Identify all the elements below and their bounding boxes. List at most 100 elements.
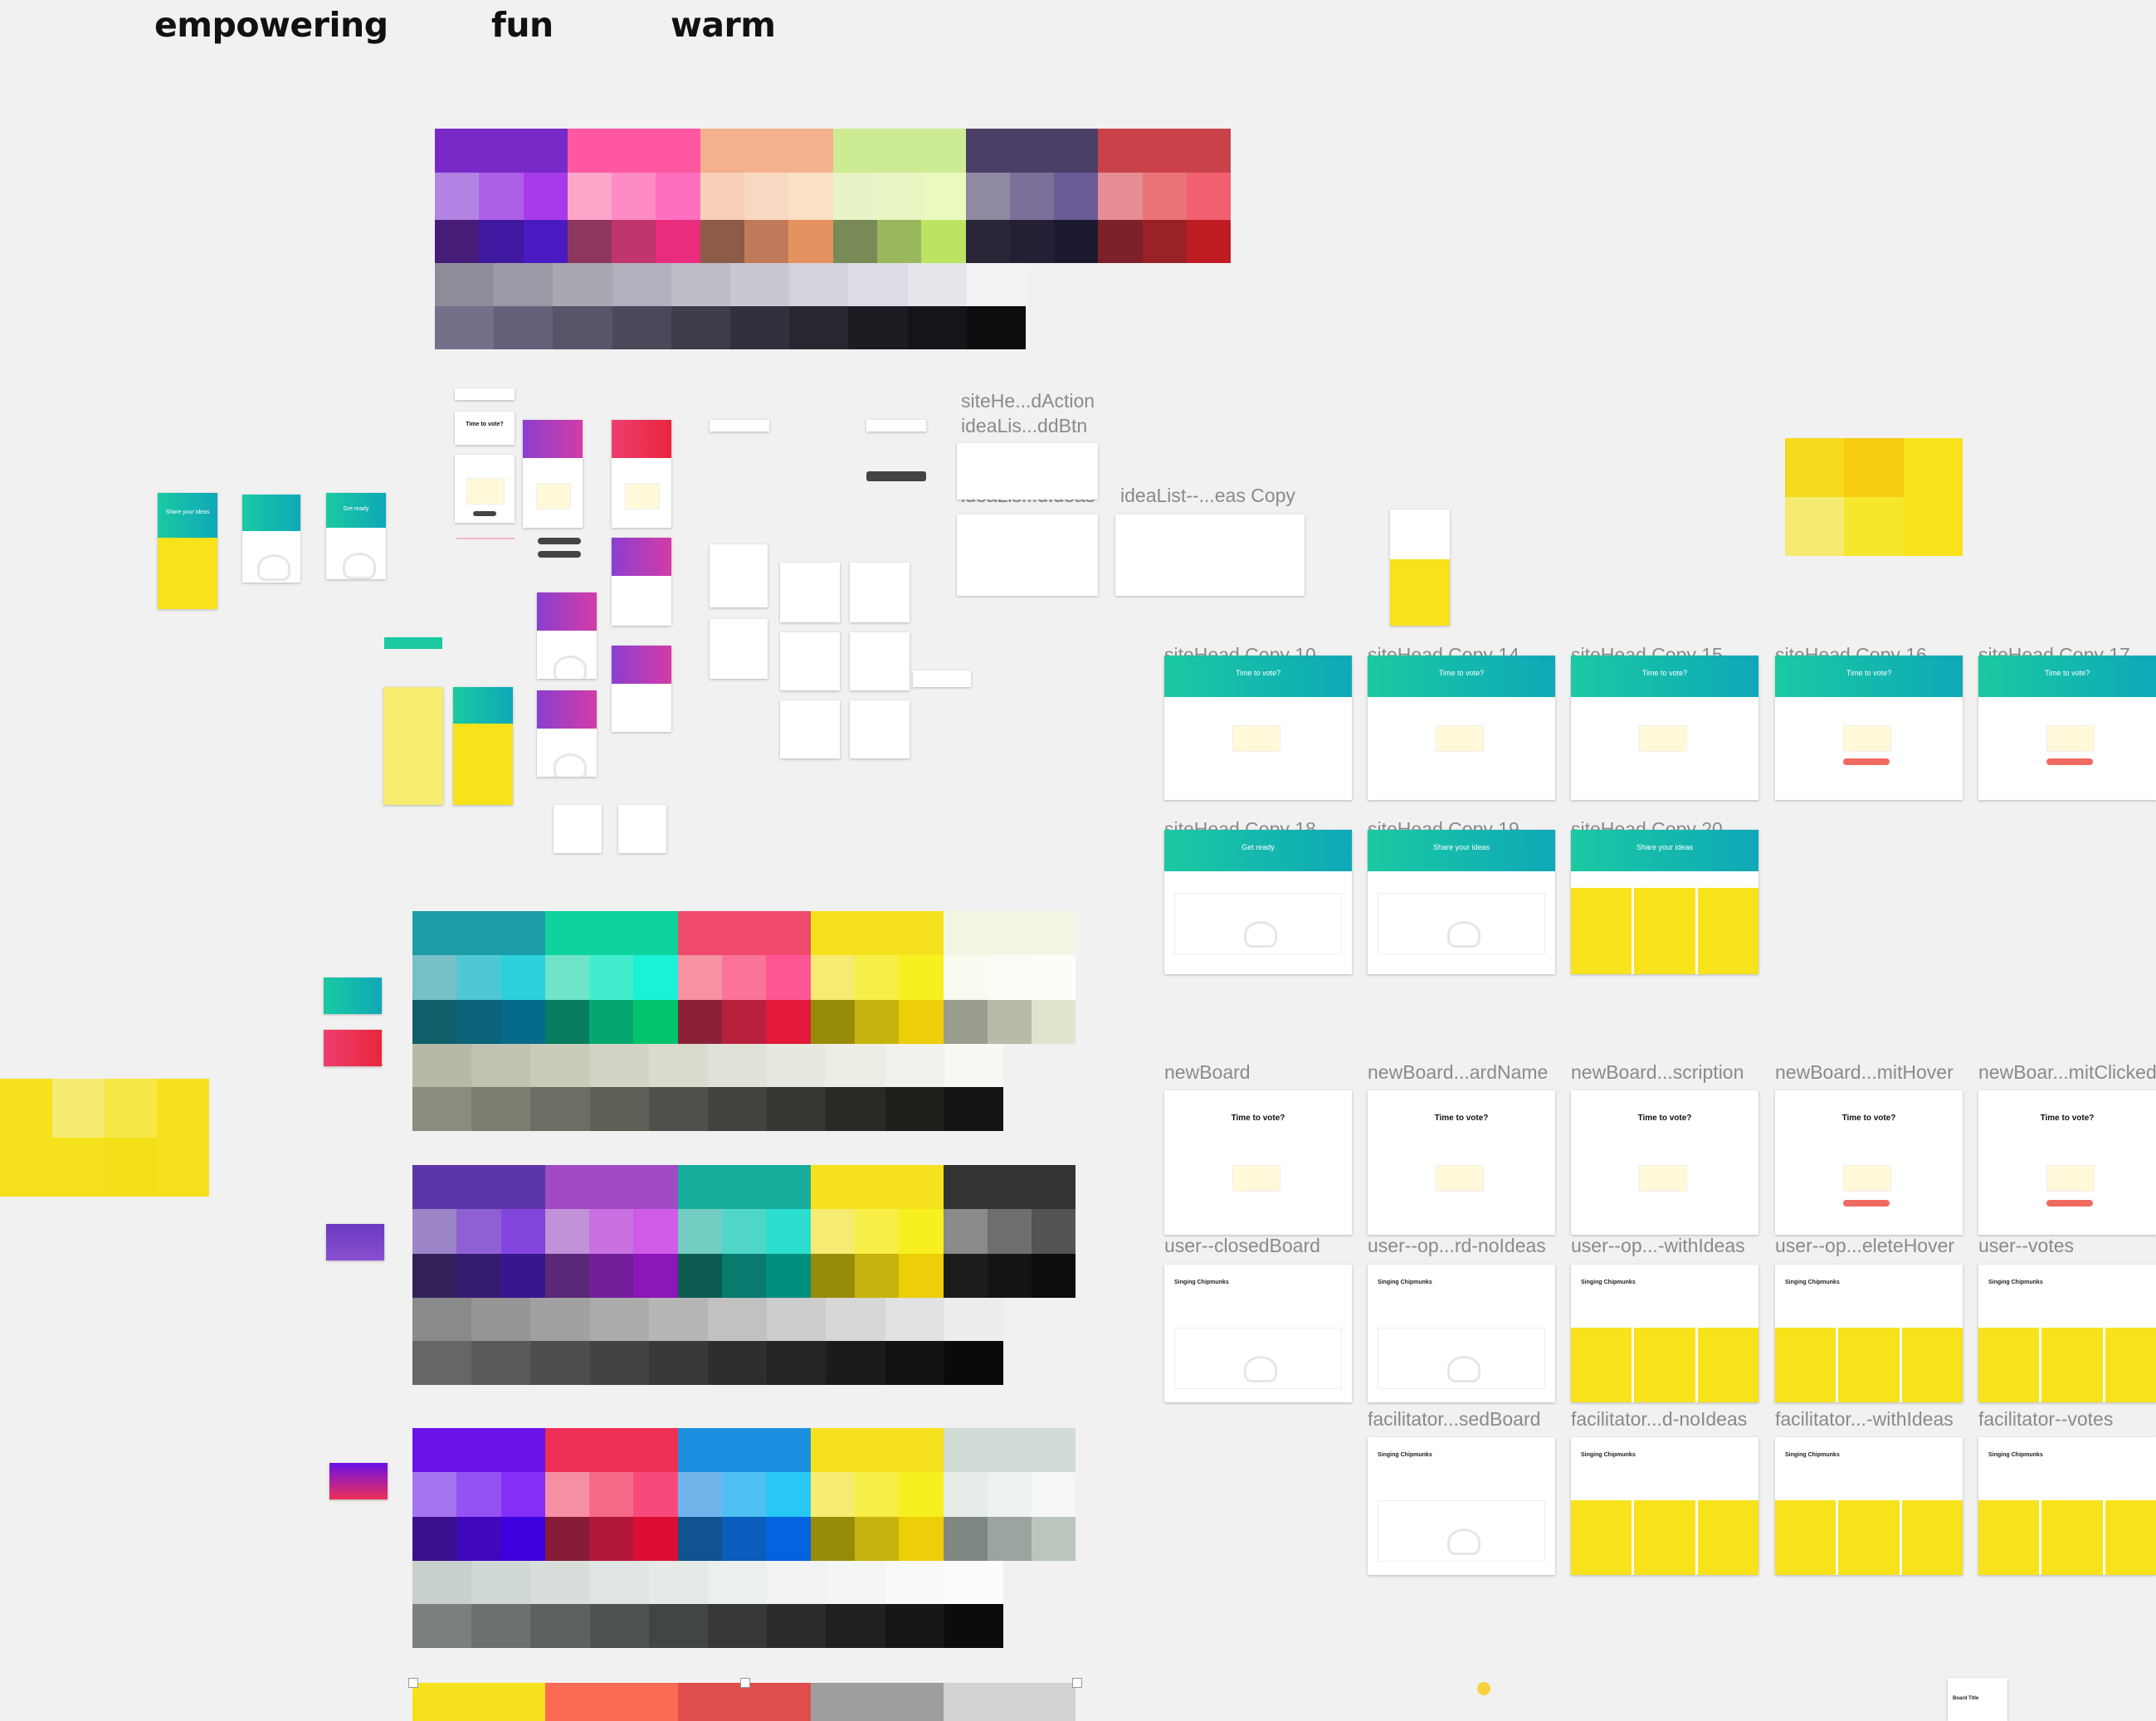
color-swatch[interactable] — [944, 1561, 1003, 1604]
color-swatch[interactable] — [722, 1254, 767, 1298]
artboard-frame[interactable]: Singing Chipmunks — [1571, 1437, 1758, 1575]
color-swatch[interactable] — [530, 1087, 590, 1131]
color-swatch[interactable] — [987, 1428, 1032, 1472]
color-swatch[interactable] — [435, 129, 480, 173]
color-swatch[interactable] — [456, 1428, 501, 1472]
color-swatch[interactable] — [589, 1298, 649, 1341]
color-swatch[interactable] — [544, 1472, 590, 1517]
component-vote-form[interactable] — [455, 455, 515, 523]
artboard-frame[interactable]: Time to vote? — [1775, 656, 1963, 800]
color-swatch[interactable] — [1009, 220, 1055, 263]
color-swatch[interactable] — [854, 1254, 900, 1298]
color-swatch[interactable] — [810, 911, 855, 955]
color-swatch[interactable] — [788, 173, 833, 220]
color-swatch[interactable] — [832, 129, 877, 173]
color-swatch[interactable] — [854, 1517, 900, 1561]
color-swatch[interactable] — [810, 1517, 855, 1561]
color-swatch[interactable] — [544, 1683, 590, 1721]
color-swatch[interactable] — [854, 1165, 900, 1209]
color-swatch[interactable] — [899, 1165, 944, 1209]
color-swatch[interactable] — [612, 306, 671, 349]
color-swatch[interactable] — [1032, 1165, 1076, 1209]
color-swatch[interactable] — [1054, 220, 1099, 263]
color-swatch[interactable] — [544, 1209, 590, 1254]
dark-pill-button[interactable] — [538, 538, 581, 544]
color-swatch[interactable] — [523, 220, 568, 263]
color-swatch[interactable] — [589, 1044, 649, 1087]
yellow-swatch[interactable] — [105, 1079, 157, 1138]
sticky-note[interactable] — [1838, 1328, 1900, 1402]
color-swatch[interactable] — [656, 220, 700, 263]
color-swatch[interactable] — [671, 263, 730, 306]
color-swatch[interactable] — [987, 1472, 1032, 1517]
color-swatch[interactable] — [589, 1341, 649, 1385]
artboard-frame[interactable]: Singing Chipmunks — [1368, 1437, 1555, 1575]
color-swatch[interactable] — [530, 1044, 590, 1087]
component-purple-get-ready[interactable] — [612, 538, 671, 626]
color-swatch[interactable] — [612, 129, 656, 173]
component-note-card[interactable] — [618, 805, 666, 853]
selection-handle[interactable] — [740, 1678, 750, 1688]
color-swatch[interactable] — [412, 1209, 457, 1254]
color-swatch[interactable] — [700, 129, 745, 173]
color-swatch[interactable] — [589, 1087, 649, 1131]
color-swatch[interactable] — [707, 1044, 768, 1087]
color-swatch[interactable] — [707, 1298, 768, 1341]
component-ideas-list-copy[interactable] — [1115, 514, 1305, 596]
color-swatch[interactable] — [612, 263, 671, 306]
submit-button[interactable] — [1843, 1200, 1890, 1207]
color-swatch[interactable] — [1187, 129, 1232, 173]
color-swatch[interactable] — [966, 306, 1026, 349]
color-swatch[interactable] — [832, 220, 877, 263]
color-swatch[interactable] — [412, 1517, 457, 1561]
component-header[interactable] — [455, 388, 515, 400]
color-swatch[interactable] — [500, 955, 545, 1000]
submit-button[interactable] — [1843, 758, 1890, 765]
sticky-note[interactable] — [1634, 1328, 1695, 1402]
color-swatch[interactable] — [707, 1341, 768, 1385]
color-swatch[interactable] — [722, 1683, 767, 1721]
color-swatch[interactable] — [412, 1087, 472, 1131]
color-swatch[interactable] — [899, 955, 944, 1000]
color-swatch[interactable] — [788, 220, 833, 263]
color-swatch[interactable] — [648, 1298, 708, 1341]
color-swatch[interactable] — [1032, 1472, 1076, 1517]
color-swatch[interactable] — [544, 1000, 590, 1044]
color-swatch[interactable] — [943, 1254, 988, 1298]
yellow-swatch[interactable] — [157, 1079, 209, 1138]
color-swatch[interactable] — [633, 1209, 678, 1254]
color-swatch[interactable] — [987, 955, 1032, 1000]
color-swatch[interactable] — [500, 1165, 545, 1209]
color-swatch[interactable] — [648, 1044, 708, 1087]
color-swatch[interactable] — [766, 1472, 811, 1517]
artboard-frame[interactable]: Time to vote? — [1368, 656, 1555, 800]
component-note-card[interactable] — [554, 805, 602, 853]
color-swatch[interactable] — [500, 1254, 545, 1298]
color-palette-primary[interactable] — [435, 129, 1232, 349]
sticky-note[interactable] — [1697, 1328, 1758, 1402]
color-swatch[interactable] — [1142, 173, 1188, 220]
color-swatch[interactable] — [766, 1254, 811, 1298]
color-swatch[interactable] — [479, 129, 524, 173]
color-swatch[interactable] — [848, 306, 908, 349]
color-swatch[interactable] — [589, 1472, 634, 1517]
component-purple-share-2[interactable] — [537, 690, 597, 777]
color-swatch[interactable] — [412, 1298, 472, 1341]
variant-chip-violet[interactable] — [329, 1463, 388, 1499]
yellow-swatch[interactable] — [52, 1138, 105, 1197]
artboard-frame[interactable]: Share your ideas — [1368, 830, 1555, 974]
color-swatch[interactable] — [677, 911, 723, 955]
color-swatch[interactable] — [589, 1428, 634, 1472]
color-swatch[interactable] — [412, 1561, 472, 1604]
color-swatch[interactable] — [854, 1428, 900, 1472]
idea-input[interactable] — [1843, 1165, 1891, 1192]
color-swatch[interactable] — [907, 263, 967, 306]
color-swatch[interactable] — [589, 1683, 634, 1721]
color-swatch[interactable] — [633, 1254, 678, 1298]
artboard-frame[interactable]: Singing Chipmunks — [1775, 1437, 1963, 1575]
sticky-note[interactable] — [1571, 888, 1632, 974]
color-swatch[interactable] — [612, 220, 656, 263]
color-swatch[interactable] — [412, 1341, 472, 1385]
color-swatch[interactable] — [494, 263, 554, 306]
color-swatch[interactable] — [589, 1604, 649, 1648]
